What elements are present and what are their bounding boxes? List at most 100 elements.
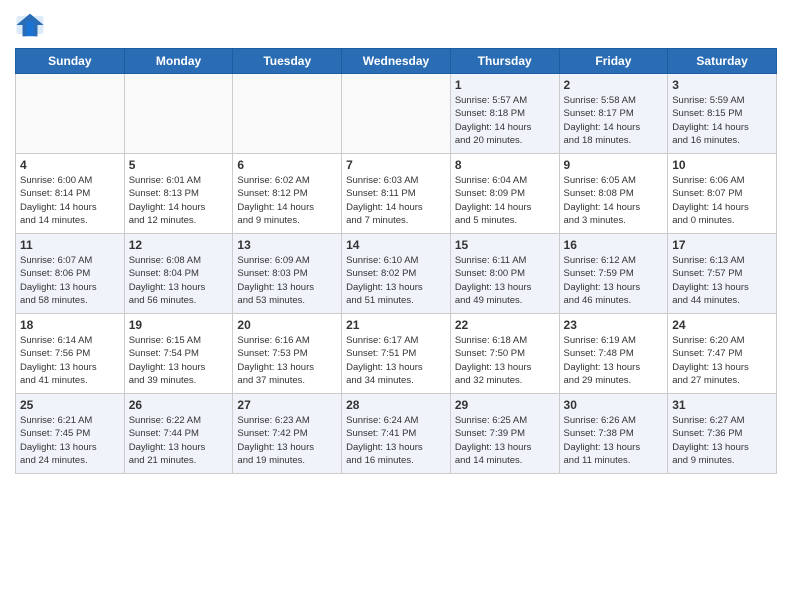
header-row: SundayMondayTuesdayWednesdayThursdayFrid… <box>16 49 777 74</box>
calendar-table: SundayMondayTuesdayWednesdayThursdayFrid… <box>15 48 777 474</box>
col-header-friday: Friday <box>559 49 668 74</box>
day-number: 9 <box>564 158 664 172</box>
day-info: Sunrise: 6:19 AM Sunset: 7:48 PM Dayligh… <box>564 334 664 387</box>
day-number: 28 <box>346 398 446 412</box>
calendar-cell: 11 Sunrise: 6:07 AM Sunset: 8:06 PM Dayli… <box>16 234 125 314</box>
day-info: Sunrise: 6:06 AM Sunset: 8:07 PM Dayligh… <box>672 174 772 227</box>
day-info: Sunrise: 6:01 AM Sunset: 8:13 PM Dayligh… <box>129 174 229 227</box>
day-number: 26 <box>129 398 229 412</box>
day-number: 7 <box>346 158 446 172</box>
day-info: Sunrise: 6:00 AM Sunset: 8:14 PM Dayligh… <box>20 174 120 227</box>
week-row-1: 1 Sunrise: 5:57 AM Sunset: 8:18 PM Daylig… <box>16 74 777 154</box>
day-info: Sunrise: 6:17 AM Sunset: 7:51 PM Dayligh… <box>346 334 446 387</box>
day-number: 13 <box>237 238 337 252</box>
day-info: Sunrise: 6:09 AM Sunset: 8:03 PM Dayligh… <box>237 254 337 307</box>
day-info: Sunrise: 6:20 AM Sunset: 7:47 PM Dayligh… <box>672 334 772 387</box>
day-number: 6 <box>237 158 337 172</box>
day-info: Sunrise: 6:12 AM Sunset: 7:59 PM Dayligh… <box>564 254 664 307</box>
day-number: 22 <box>455 318 555 332</box>
day-info: Sunrise: 6:13 AM Sunset: 7:57 PM Dayligh… <box>672 254 772 307</box>
col-header-saturday: Saturday <box>668 49 777 74</box>
col-header-tuesday: Tuesday <box>233 49 342 74</box>
day-info: Sunrise: 6:02 AM Sunset: 8:12 PM Dayligh… <box>237 174 337 227</box>
calendar-cell: 14Sunrise: 6:10 AM Sunset: 8:02 PM Dayli… <box>342 234 451 314</box>
calendar-cell: 6 Sunrise: 6:02 AM Sunset: 8:12 PM Daylig… <box>233 154 342 234</box>
day-info: Sunrise: 6:07 AM Sunset: 8:06 PM Dayligh… <box>20 254 120 307</box>
col-header-wednesday: Wednesday <box>342 49 451 74</box>
calendar-cell: 8 Sunrise: 6:04 AM Sunset: 8:09 PM Daylig… <box>450 154 559 234</box>
day-number: 31 <box>672 398 772 412</box>
calendar-cell: 12Sunrise: 6:08 AM Sunset: 8:04 PM Dayli… <box>124 234 233 314</box>
day-info: Sunrise: 6:23 AM Sunset: 7:42 PM Dayligh… <box>237 414 337 467</box>
day-info: Sunrise: 6:10 AM Sunset: 8:02 PM Dayligh… <box>346 254 446 307</box>
calendar-cell: 29Sunrise: 6:25 AM Sunset: 7:39 PM Dayli… <box>450 394 559 474</box>
calendar-cell: 9 Sunrise: 6:05 AM Sunset: 8:08 PM Daylig… <box>559 154 668 234</box>
day-info: Sunrise: 6:05 AM Sunset: 8:08 PM Dayligh… <box>564 174 664 227</box>
calendar-cell: 25Sunrise: 6:21 AM Sunset: 7:45 PM Dayli… <box>16 394 125 474</box>
calendar-cell <box>233 74 342 154</box>
header <box>15 10 777 40</box>
week-row-4: 18 Sunrise: 6:14 AM Sunset: 7:56 PM Dayli… <box>16 314 777 394</box>
day-info: Sunrise: 5:57 AM Sunset: 8:18 PM Dayligh… <box>455 94 555 147</box>
day-number: 24 <box>672 318 772 332</box>
calendar-cell: 5 Sunrise: 6:01 AM Sunset: 8:13 PM Daylig… <box>124 154 233 234</box>
day-info: Sunrise: 6:03 AM Sunset: 8:11 PM Dayligh… <box>346 174 446 227</box>
calendar-cell: 10 Sunrise: 6:06 AM Sunset: 8:07 PM Dayli… <box>668 154 777 234</box>
calendar-cell: 7 Sunrise: 6:03 AM Sunset: 8:11 PM Daylig… <box>342 154 451 234</box>
calendar-cell: 20 Sunrise: 6:16 AM Sunset: 7:53 PM Dayli… <box>233 314 342 394</box>
day-info: Sunrise: 6:27 AM Sunset: 7:36 PM Dayligh… <box>672 414 772 467</box>
day-info: Sunrise: 5:58 AM Sunset: 8:17 PM Dayligh… <box>564 94 664 147</box>
page: SundayMondayTuesdayWednesdayThursdayFrid… <box>0 0 792 484</box>
calendar-cell: 3Sunrise: 5:59 AM Sunset: 8:15 PM Daylig… <box>668 74 777 154</box>
day-number: 12 <box>129 238 229 252</box>
day-number: 2 <box>564 78 664 92</box>
calendar-cell: 24 Sunrise: 6:20 AM Sunset: 7:47 PM Dayli… <box>668 314 777 394</box>
calendar-cell: 21 Sunrise: 6:17 AM Sunset: 7:51 PM Dayli… <box>342 314 451 394</box>
day-number: 20 <box>237 318 337 332</box>
day-number: 30 <box>564 398 664 412</box>
day-number: 18 <box>20 318 120 332</box>
calendar-cell: 31 Sunrise: 6:27 AM Sunset: 7:36 PM Dayli… <box>668 394 777 474</box>
day-number: 17 <box>672 238 772 252</box>
calendar-cell <box>16 74 125 154</box>
calendar-cell: 22 Sunrise: 6:18 AM Sunset: 7:50 PM Dayli… <box>450 314 559 394</box>
col-header-monday: Monday <box>124 49 233 74</box>
calendar-cell: 1 Sunrise: 5:57 AM Sunset: 8:18 PM Daylig… <box>450 74 559 154</box>
day-number: 4 <box>20 158 120 172</box>
day-info: Sunrise: 6:11 AM Sunset: 8:00 PM Dayligh… <box>455 254 555 307</box>
day-number: 10 <box>672 158 772 172</box>
logo-icon <box>15 10 45 40</box>
week-row-5: 25Sunrise: 6:21 AM Sunset: 7:45 PM Dayli… <box>16 394 777 474</box>
calendar-cell: 26Sunrise: 6:22 AM Sunset: 7:44 PM Dayli… <box>124 394 233 474</box>
day-number: 8 <box>455 158 555 172</box>
calendar-cell: 17 Sunrise: 6:13 AM Sunset: 7:57 PM Dayli… <box>668 234 777 314</box>
day-number: 3 <box>672 78 772 92</box>
day-number: 27 <box>237 398 337 412</box>
calendar-cell: 16 Sunrise: 6:12 AM Sunset: 7:59 PM Dayli… <box>559 234 668 314</box>
day-number: 21 <box>346 318 446 332</box>
day-info: Sunrise: 6:25 AM Sunset: 7:39 PM Dayligh… <box>455 414 555 467</box>
calendar-cell <box>342 74 451 154</box>
calendar-cell: 28Sunrise: 6:24 AM Sunset: 7:41 PM Dayli… <box>342 394 451 474</box>
week-row-3: 11 Sunrise: 6:07 AM Sunset: 8:06 PM Dayli… <box>16 234 777 314</box>
day-info: Sunrise: 6:21 AM Sunset: 7:45 PM Dayligh… <box>20 414 120 467</box>
day-number: 23 <box>564 318 664 332</box>
day-info: Sunrise: 6:16 AM Sunset: 7:53 PM Dayligh… <box>237 334 337 387</box>
calendar-cell: 15Sunrise: 6:11 AM Sunset: 8:00 PM Dayli… <box>450 234 559 314</box>
day-info: Sunrise: 6:04 AM Sunset: 8:09 PM Dayligh… <box>455 174 555 227</box>
logo <box>15 10 47 40</box>
day-number: 11 <box>20 238 120 252</box>
calendar-cell: 4 Sunrise: 6:00 AM Sunset: 8:14 PM Daylig… <box>16 154 125 234</box>
day-info: Sunrise: 6:15 AM Sunset: 7:54 PM Dayligh… <box>129 334 229 387</box>
day-info: Sunrise: 6:14 AM Sunset: 7:56 PM Dayligh… <box>20 334 120 387</box>
col-header-sunday: Sunday <box>16 49 125 74</box>
day-number: 1 <box>455 78 555 92</box>
calendar-cell: 27 Sunrise: 6:23 AM Sunset: 7:42 PM Dayli… <box>233 394 342 474</box>
day-info: Sunrise: 6:18 AM Sunset: 7:50 PM Dayligh… <box>455 334 555 387</box>
day-number: 16 <box>564 238 664 252</box>
calendar-cell <box>124 74 233 154</box>
calendar-cell: 19Sunrise: 6:15 AM Sunset: 7:54 PM Dayli… <box>124 314 233 394</box>
calendar-cell: 13 Sunrise: 6:09 AM Sunset: 8:03 PM Dayli… <box>233 234 342 314</box>
calendar-cell: 23 Sunrise: 6:19 AM Sunset: 7:48 PM Dayli… <box>559 314 668 394</box>
day-number: 5 <box>129 158 229 172</box>
